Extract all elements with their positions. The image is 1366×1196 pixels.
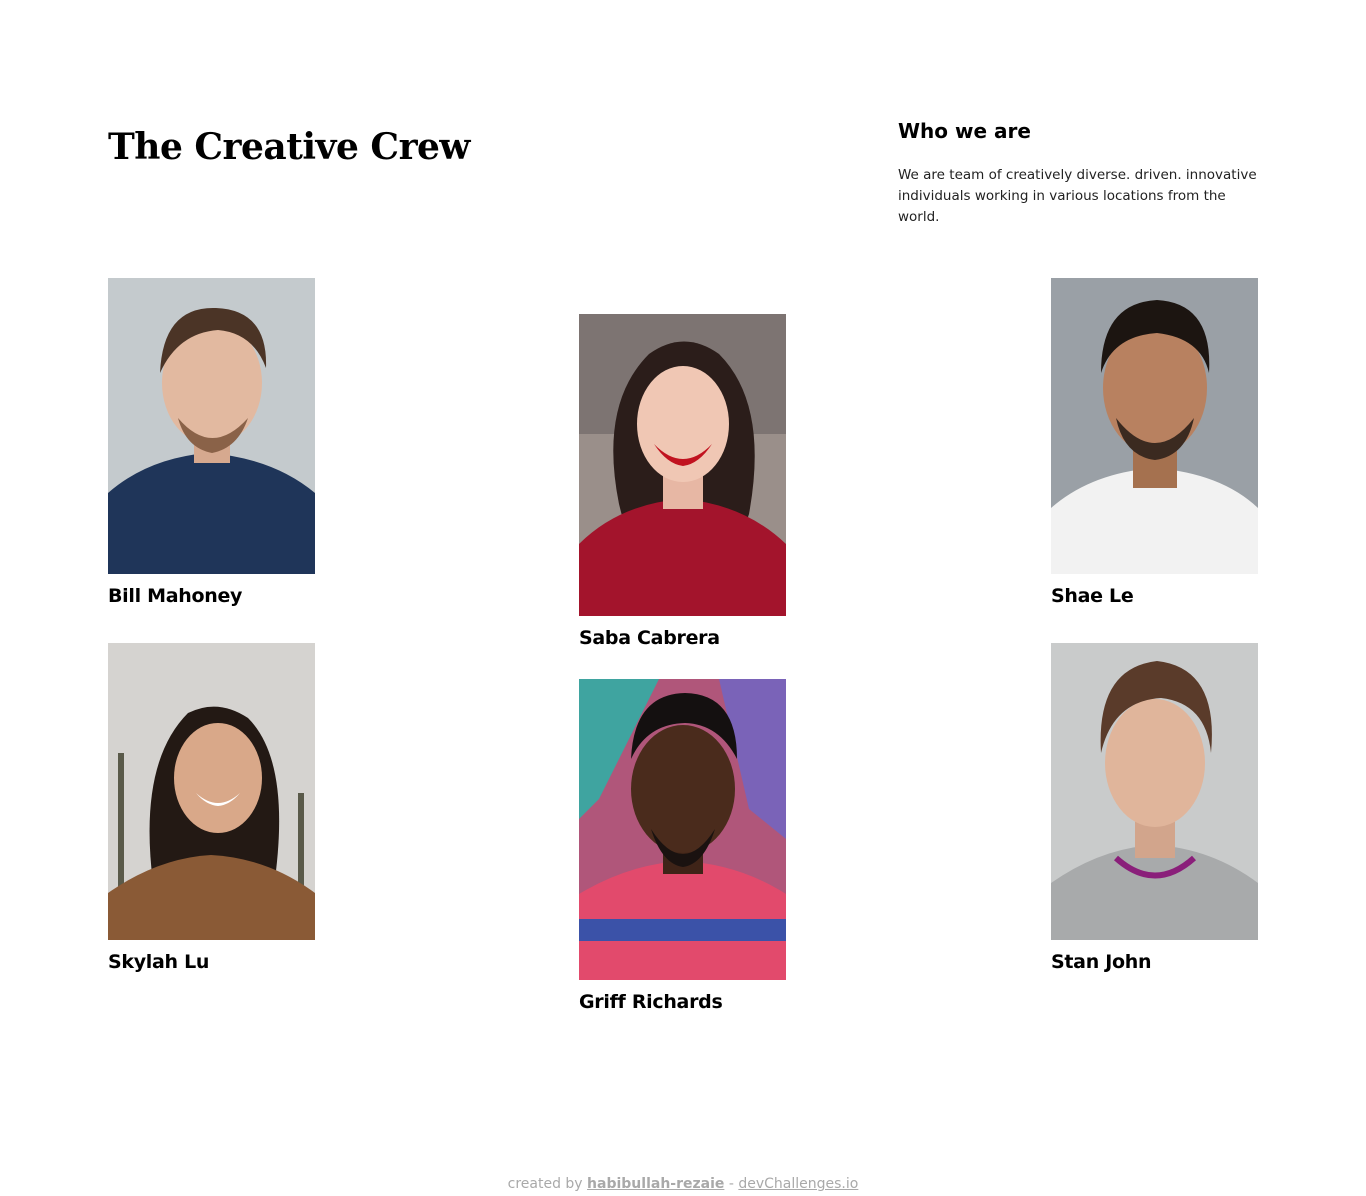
member-name: Stan John [1051,951,1152,973]
member-card: Product Owner Bill Mahoney [108,278,348,609]
member-card: Tech Lead Shae Le [1051,278,1291,609]
member-card: Developer Stan John [1051,643,1291,975]
member-card: Developer Griff Richards [579,679,819,1015]
devchallenges-link[interactable]: devChallenges.io [738,1176,858,1192]
member-name: Bill Mahoney [108,585,243,607]
member-photo: Developer [1051,643,1258,940]
footer: created by habibullah-rezaie - devChalle… [0,1176,1366,1192]
about-section: Who we are We are team of creatively div… [898,117,1258,228]
member-card: UX Designer Skylah Lu [108,643,348,975]
member-photo: Art Director [579,314,786,616]
footer-prefix: created by [507,1176,583,1192]
page-title: The Creative Crew [108,126,470,168]
member-name: Shae Le [1051,585,1134,607]
footer-separator: - [728,1176,734,1192]
member-photo: UX Designer [108,643,315,940]
member-name: Skylah Lu [108,951,210,973]
member-card: Art Director Saba Cabrera [579,314,819,651]
about-text: We are team of creatively diverse. drive… [898,167,1257,225]
member-photo: Tech Lead [1051,278,1258,574]
member-photo: Developer [579,679,786,980]
member-name: Griff Richards [579,991,723,1013]
member-photo: Product Owner [108,278,315,574]
about-heading: Who we are [898,119,1031,143]
member-name: Saba Cabrera [579,627,720,649]
author-link[interactable]: habibullah-rezaie [587,1176,724,1192]
